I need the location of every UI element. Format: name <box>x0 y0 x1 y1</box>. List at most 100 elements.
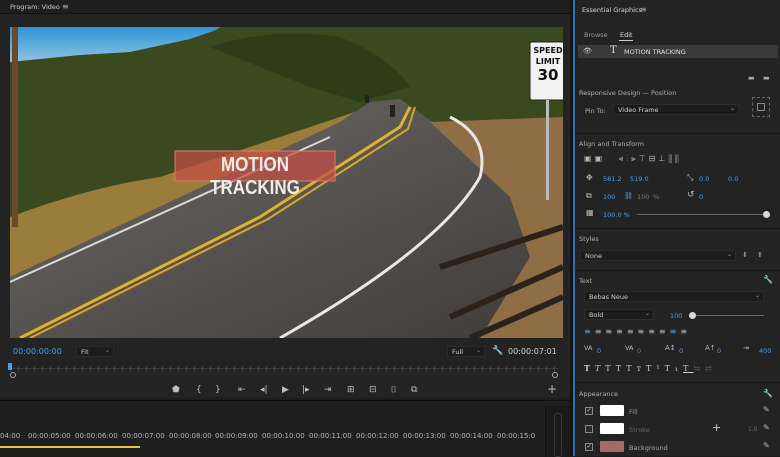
position-y[interactable]: 519.0 <box>630 175 649 183</box>
step-forward-icon[interactable]: |▸ <box>302 385 310 395</box>
add-marker-icon[interactable]: ⬟ <box>172 385 180 395</box>
wrench-icon[interactable]: 🔧 <box>763 275 773 284</box>
styles-dropdown[interactable]: None ⌄ <box>580 250 736 261</box>
font-size-slider-track[interactable] <box>692 315 764 316</box>
align-bottom-text-icon[interactable]: ≡ <box>680 327 691 336</box>
opacity-slider-handle[interactable] <box>763 211 770 218</box>
pin-center-box[interactable] <box>757 103 765 111</box>
rotation-value[interactable]: 0 <box>699 193 703 201</box>
pin-edges-widget[interactable] <box>752 97 770 117</box>
eyedropper-icon[interactable]: ✎ <box>763 405 770 414</box>
new-item-icon[interactable]: ▬ <box>763 74 770 82</box>
superscript-icon[interactable]: T¹ <box>646 364 665 373</box>
step-back-icon[interactable]: ◂| <box>260 385 268 395</box>
scale-value[interactable]: 100 <box>603 193 615 201</box>
baseline-value[interactable]: 0 <box>717 347 721 355</box>
wrench-icon[interactable]: 🔧 <box>492 346 503 356</box>
align-top-text-icon[interactable]: ≡ <box>659 327 670 336</box>
new-layer-icon[interactable]: ▬ <box>748 74 755 82</box>
playhead[interactable] <box>8 363 12 370</box>
align-center-text-icon[interactable]: ≡ <box>670 327 681 336</box>
play-icon[interactable]: ▶ <box>282 385 289 395</box>
align-middle-icon[interactable]: ⊟ <box>649 154 659 163</box>
camera-icon[interactable]: ⌷ <box>391 385 396 395</box>
lift-icon[interactable]: ⊞ <box>347 385 355 395</box>
tracking-value[interactable]: 0 <box>597 347 601 355</box>
background-checkbox[interactable]: ✓ <box>585 443 593 451</box>
tab-edit[interactable]: Edit <box>620 31 633 39</box>
align-text-center-icon[interactable]: ≡ <box>595 327 606 336</box>
go-to-out-icon[interactable]: ⇥ <box>324 385 332 395</box>
tab-width-value[interactable]: 400 <box>759 347 771 355</box>
panel-menu-icon[interactable]: ≡ <box>62 2 69 11</box>
time-ruler[interactable]: 04:00 00:00:05:00 00:00:06:00 00:00:07:0… <box>0 429 545 443</box>
leading-value[interactable]: 0 <box>679 347 683 355</box>
fit-dropdown[interactable]: Fit ⌄ <box>76 346 114 357</box>
work-area-bar[interactable] <box>0 446 140 448</box>
tab-browse[interactable]: Browse <box>584 31 608 39</box>
stroke-swatch[interactable] <box>600 423 624 434</box>
panel-menu-icon[interactable]: ≡ <box>640 5 647 14</box>
motion-tracking-title[interactable]: MOTION TRACKING <box>187 154 323 200</box>
align-buttons[interactable]: ▣▣ ⫷⫶⫸⊤⊟⊥⫼⫼ <box>584 154 774 165</box>
bold-icon[interactable]: T <box>584 363 595 373</box>
font-size-value[interactable]: 100 <box>670 312 682 320</box>
add-button-icon[interactable]: + <box>547 383 557 395</box>
stroke-width-value[interactable]: 1.0 <box>748 426 758 433</box>
justify-all-icon[interactable]: ≡ <box>648 327 659 336</box>
wrench-icon[interactable]: 🔧 <box>763 389 773 398</box>
eyedropper-icon[interactable]: ✎ <box>763 441 770 450</box>
anchor-x[interactable]: 0.0 <box>699 175 709 183</box>
distribute-v-icon[interactable]: ⫼ <box>675 154 682 163</box>
align-bottom-icon[interactable]: ⊥ <box>658 154 668 163</box>
justify-left-icon[interactable]: ≡ <box>616 327 627 336</box>
justify-center-icon[interactable]: ≡ <box>627 327 638 336</box>
rtl-icon[interactable]: ⇆⇄ <box>693 364 716 373</box>
all-caps-icon[interactable]: TT <box>605 364 626 373</box>
go-to-in-icon[interactable]: ⇤ <box>238 385 246 395</box>
background-swatch[interactable] <box>600 441 624 452</box>
add-stroke-icon[interactable]: + <box>712 421 721 434</box>
opacity-value[interactable]: 100.0 % <box>603 211 630 219</box>
eye-icon[interactable]: 👁 <box>583 47 592 55</box>
push-style-icon[interactable]: ⬇ <box>742 251 748 259</box>
align-top-icon[interactable]: ⊤ <box>639 154 649 163</box>
position-x[interactable]: 581.2 <box>603 175 622 183</box>
scrubber[interactable] <box>8 363 558 380</box>
eyedropper-icon[interactable]: ✎ <box>763 423 770 432</box>
timeline-scrollbar[interactable] <box>545 405 570 457</box>
font-weight-dropdown[interactable]: Bold ⌄ <box>584 309 654 320</box>
mark-in-icon[interactable]: { <box>196 385 202 395</box>
fill-swatch[interactable] <box>600 405 624 416</box>
layer-row[interactable]: 👁 T MOTION TRACKING <box>578 45 778 58</box>
pin-to-dropdown[interactable]: Video Frame ⌄ <box>613 104 739 115</box>
quality-dropdown[interactable]: Full ⌄ <box>447 346 485 357</box>
in-handle[interactable] <box>10 372 16 378</box>
compare-icon[interactable]: ⧉ <box>411 385 417 395</box>
extract-icon[interactable]: ⊟ <box>369 385 377 395</box>
video-frame[interactable]: SPEED LIMIT 30 MOTION TRACKING <box>10 27 563 338</box>
underline-icon[interactable]: T <box>683 364 693 373</box>
text-style-buttons[interactable]: TTTTTтT¹T₁T⇆⇄ <box>584 363 774 373</box>
opacity-slider-track[interactable] <box>637 214 765 215</box>
italic-icon[interactable]: T <box>595 364 605 373</box>
justify-right-icon[interactable]: ≡ <box>638 327 649 336</box>
stroke-checkbox[interactable] <box>585 425 593 433</box>
distribute-h-icon[interactable]: ⫼ <box>668 154 675 163</box>
subscript-icon[interactable]: T₁ <box>665 364 684 373</box>
anchor-y[interactable]: 0.0 <box>728 175 738 183</box>
font-size-slider-handle[interactable] <box>689 312 696 319</box>
mark-out-icon[interactable]: } <box>215 385 221 395</box>
align-right-icon[interactable]: ⫸ <box>631 154 639 163</box>
sync-style-icon[interactable]: ⬆ <box>757 251 763 259</box>
current-timecode[interactable]: 00:00:00:00 <box>13 347 62 356</box>
fill-checkbox[interactable]: ✓ <box>585 407 593 415</box>
align-text-right-icon[interactable]: ≡ <box>605 327 616 336</box>
small-caps-icon[interactable]: Tт <box>626 364 646 373</box>
scroll-thumb[interactable] <box>554 413 562 457</box>
font-dropdown[interactable]: Bebas Neue ⌄ <box>584 291 764 302</box>
align-horizontal-center-icon[interactable]: ▣ <box>595 154 606 163</box>
link-icon[interactable]: ⛓ <box>624 192 633 200</box>
paragraph-align-buttons[interactable]: ≡≡≡≡≡≡≡≡≡≡ <box>584 327 774 337</box>
out-handle[interactable] <box>552 372 558 378</box>
